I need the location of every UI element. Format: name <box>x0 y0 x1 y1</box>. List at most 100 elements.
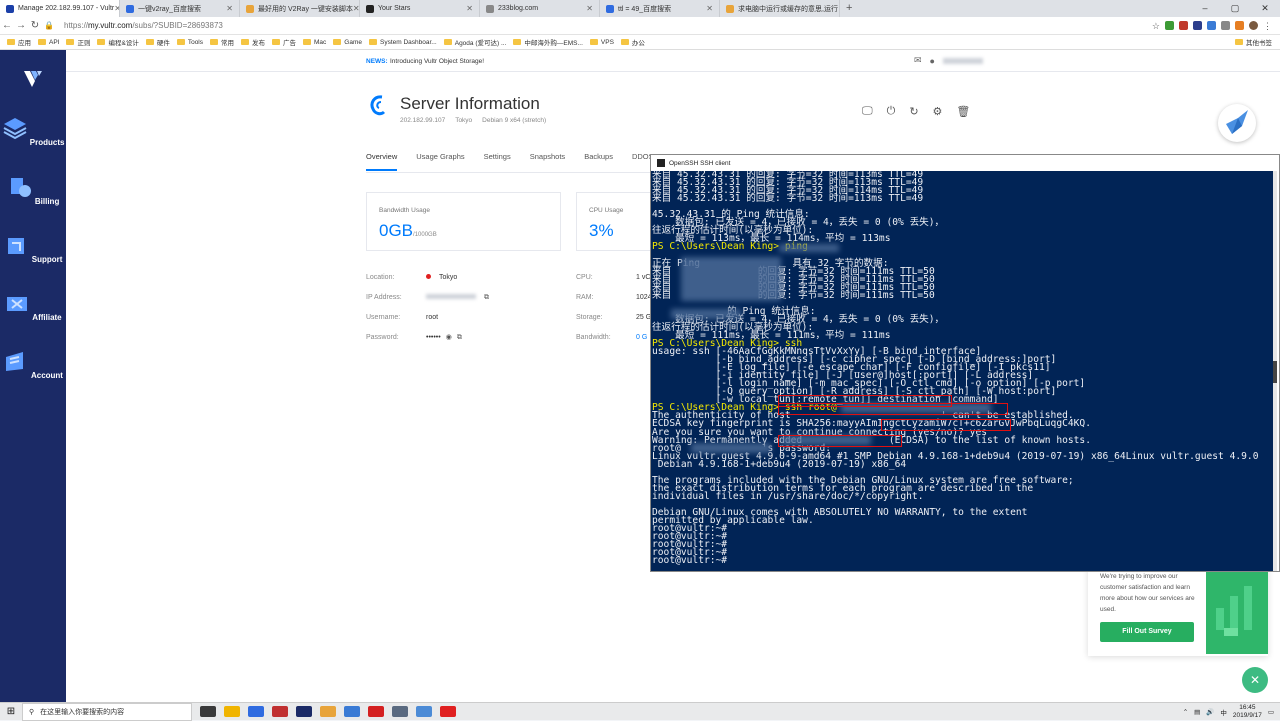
browser-tab[interactable]: 一键v2ray_百度搜索 ✕ <box>120 0 240 17</box>
bookmark-item[interactable]: Mac <box>303 39 326 46</box>
chevron-up-icon[interactable]: ⌃ <box>1183 708 1188 716</box>
menu-icon[interactable]: ⋮ <box>1263 21 1272 31</box>
browser-tab[interactable]: 最好用的 V2Ray 一键安装脚本 ✕ <box>240 0 360 17</box>
extension-icon[interactable] <box>1207 21 1216 30</box>
extension-icon[interactable] <box>1165 21 1174 30</box>
close-tab-icon[interactable]: ✕ <box>706 4 713 13</box>
taskbar-app-icon[interactable] <box>320 706 336 717</box>
browser-tab[interactable]: Manage 202.182.99.107 - Vultr✕ <box>0 0 120 17</box>
bookmark-item[interactable]: 正则 <box>66 37 90 47</box>
taskbar-app-icon[interactable] <box>296 706 312 717</box>
extension-icon[interactable] <box>1221 21 1230 30</box>
taskbar-app-icon[interactable] <box>272 706 288 717</box>
forward-icon[interactable]: → <box>14 20 28 31</box>
taskbar-app-icon[interactable] <box>440 706 456 717</box>
ssh-terminal-window[interactable]: OpenSSH SSH client 来自 45.32.43.31 的回复: 字… <box>650 154 1280 572</box>
close-tab-icon[interactable]: ✕ <box>586 4 593 13</box>
close-tab-icon[interactable]: ✕ <box>466 4 473 13</box>
other-bookmarks[interactable]: 其他书签 <box>1235 37 1272 47</box>
profile-avatar[interactable] <box>1249 21 1258 30</box>
sidebar-item-affiliate[interactable]: Affiliate <box>0 291 66 322</box>
bookmark-label: Tools <box>187 38 204 46</box>
input-method[interactable]: 中 <box>1220 707 1227 717</box>
bookmark-item[interactable]: 发布 <box>241 37 265 47</box>
restart-icon[interactable]: ↻ <box>909 105 918 118</box>
bookmark-item[interactable]: Agoda (爱可达) ... <box>443 37 506 47</box>
bookmark-item[interactable]: Game <box>333 39 362 46</box>
tab-settings[interactable]: Settings <box>484 152 511 171</box>
back-icon[interactable]: ← <box>0 20 14 31</box>
sidebar-item-support[interactable]: Support <box>0 233 66 264</box>
bookmark-item[interactable]: 应用 <box>7 37 31 47</box>
extension-icon[interactable] <box>1235 21 1244 30</box>
terminal-screen[interactable]: 来自 45.32.43.31 的回复: 字节=32 时间=113ms TTL=4… <box>651 171 1277 571</box>
browser-tab[interactable]: Your Stars ✕ <box>360 0 480 17</box>
sidebar-item-billing[interactable]: Billing <box>0 175 66 206</box>
maximize-button[interactable]: ▢ <box>1220 0 1250 17</box>
console-icon[interactable]: 🖵 <box>862 105 873 118</box>
taskbar-app-icon[interactable] <box>224 706 240 717</box>
sidebar-item-products[interactable]: Products <box>0 116 66 147</box>
taskbar-app-icon[interactable] <box>368 706 384 717</box>
extension-icon[interactable] <box>1193 21 1202 30</box>
copy-icon[interactable]: ⧉ <box>457 334 462 341</box>
network-icon[interactable]: ▤ <box>1194 708 1200 716</box>
close-chat-button[interactable]: ✕ <box>1242 667 1268 693</box>
bookmark-item[interactable]: VPS <box>589 39 614 46</box>
url-path: /subs/?SUBID=28693873 <box>132 21 223 30</box>
tab-snapshots[interactable]: Snapshots <box>530 152 565 171</box>
bookmark-item[interactable]: 编程&设计 <box>97 37 139 47</box>
bookmark-item[interactable]: Tools <box>176 38 204 46</box>
server-os: Debian 9 x64 (stretch) <box>482 117 547 124</box>
close-tab-icon[interactable]: ✕ <box>226 4 233 13</box>
mail-icon[interactable]: ✉ <box>914 55 922 66</box>
browser-tab[interactable]: 求电脑中运行或缓存的意思,运行✕ <box>720 0 840 17</box>
fill-out-survey-button[interactable]: Fill Out Survey <box>1100 622 1194 642</box>
sidebar-item-account[interactable]: Account <box>0 349 66 380</box>
vultr-logo-icon[interactable] <box>22 68 44 90</box>
bookmark-item[interactable]: 中邮海外购—EMS... <box>513 37 583 47</box>
bookmark-item[interactable]: 广告 <box>272 37 296 47</box>
taskbar-app-icon[interactable] <box>392 706 408 717</box>
user-icon[interactable]: ● <box>930 56 935 66</box>
new-tab-button[interactable]: + <box>840 0 858 17</box>
url-field[interactable]: https://my.vultr.com/subs/?SUBID=2869387… <box>64 21 223 30</box>
close-window-button[interactable]: ✕ <box>1250 0 1280 17</box>
windows-start-icon[interactable]: ⊞ <box>0 706 22 717</box>
news-link[interactable]: Introducing Vultr Object Storage! <box>390 58 484 65</box>
scroll-thumb[interactable] <box>1273 361 1277 383</box>
tab-favicon-icon <box>486 4 494 13</box>
terminal-line: root@vultr:~# <box>652 523 728 535</box>
browser-tab[interactable]: ttl = 49_百度搜索 ✕ <box>600 0 720 17</box>
bookmark-item[interactable]: 硬件 <box>145 37 170 47</box>
minimize-button[interactable]: – <box>1190 0 1220 17</box>
taskbar-app-icon[interactable] <box>344 706 360 717</box>
taskbar-app-icon[interactable] <box>416 706 432 717</box>
bookmark-item[interactable]: 办公 <box>620 37 645 47</box>
chat-bird-icon[interactable] <box>1218 104 1256 142</box>
taskbar-app-icon[interactable] <box>200 706 216 717</box>
taskbar-search-input[interactable]: ⚲ 在这里输入你要搜索的内容 <box>22 702 192 721</box>
copy-icon[interactable]: ⧉ <box>484 294 489 301</box>
tab-overview[interactable]: Overview <box>366 152 398 171</box>
bookmark-item[interactable]: API <box>38 39 59 46</box>
eye-icon[interactable]: ◉ <box>446 334 452 341</box>
bookmark-item[interactable]: 常用 <box>210 37 234 47</box>
bookmark-item[interactable]: System Dashboar... <box>369 39 437 46</box>
storage-label: Storage: <box>576 314 603 321</box>
taskbar-app-icon[interactable] <box>248 706 264 717</box>
clock[interactable]: 16:45 2019/9/17 <box>1233 704 1262 720</box>
volume-icon[interactable]: 🔊 <box>1206 708 1214 716</box>
notification-icon[interactable]: ▭ <box>1268 708 1274 716</box>
reload-icon[interactable]: ↻ <box>28 20 42 31</box>
trash-icon[interactable]: 🗑 <box>956 105 970 118</box>
close-tab-icon[interactable]: ✕ <box>353 4 359 13</box>
star-icon[interactable]: ☆ <box>1152 21 1160 31</box>
terminal-scrollbar[interactable] <box>1273 171 1277 571</box>
reinstall-icon[interactable]: ⚙ <box>933 105 943 118</box>
extension-icon[interactable] <box>1179 21 1188 30</box>
browser-tab[interactable]: 233blog.com ✕ <box>480 0 600 17</box>
power-icon[interactable]: ⏻ <box>887 105 896 118</box>
tab-usage-graphs[interactable]: Usage Graphs <box>416 152 464 171</box>
tab-backups[interactable]: Backups <box>584 152 613 171</box>
